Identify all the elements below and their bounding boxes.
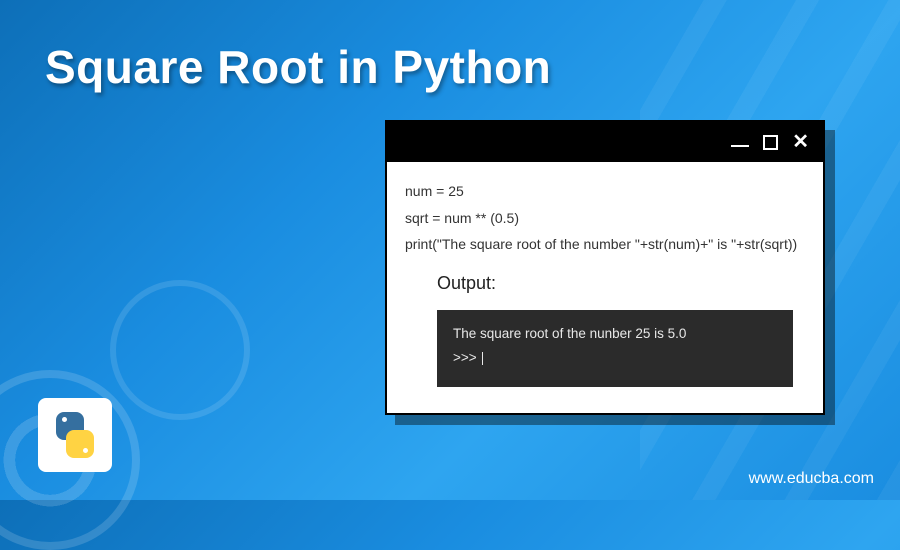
page-title: Square Root in Python: [45, 40, 551, 94]
window-titlebar: ✕: [387, 122, 823, 162]
output-console: The square root of the nunber 25 is 5.0 …: [437, 310, 793, 387]
maximize-icon[interactable]: [763, 135, 778, 150]
minimize-icon[interactable]: [731, 137, 749, 147]
gear-decoration: [110, 280, 250, 420]
cursor-icon: [482, 352, 483, 365]
code-line: print("The square root of the number "+s…: [405, 231, 805, 258]
code-line: num = 25: [405, 178, 805, 205]
watermark: www.educba.com: [749, 470, 874, 488]
python-logo: [38, 398, 112, 472]
code-body: num = 25 sqrt = num ** (0.5) print("The …: [387, 162, 823, 413]
output-prompt: >>>: [453, 346, 777, 370]
code-line: sqrt = num ** (0.5): [405, 205, 805, 232]
output-line: The square root of the nunber 25 is 5.0: [453, 322, 777, 346]
code-window: ✕ num = 25 sqrt = num ** (0.5) print("Th…: [385, 120, 825, 415]
close-icon[interactable]: ✕: [792, 132, 809, 152]
output-label: Output:: [437, 266, 805, 300]
